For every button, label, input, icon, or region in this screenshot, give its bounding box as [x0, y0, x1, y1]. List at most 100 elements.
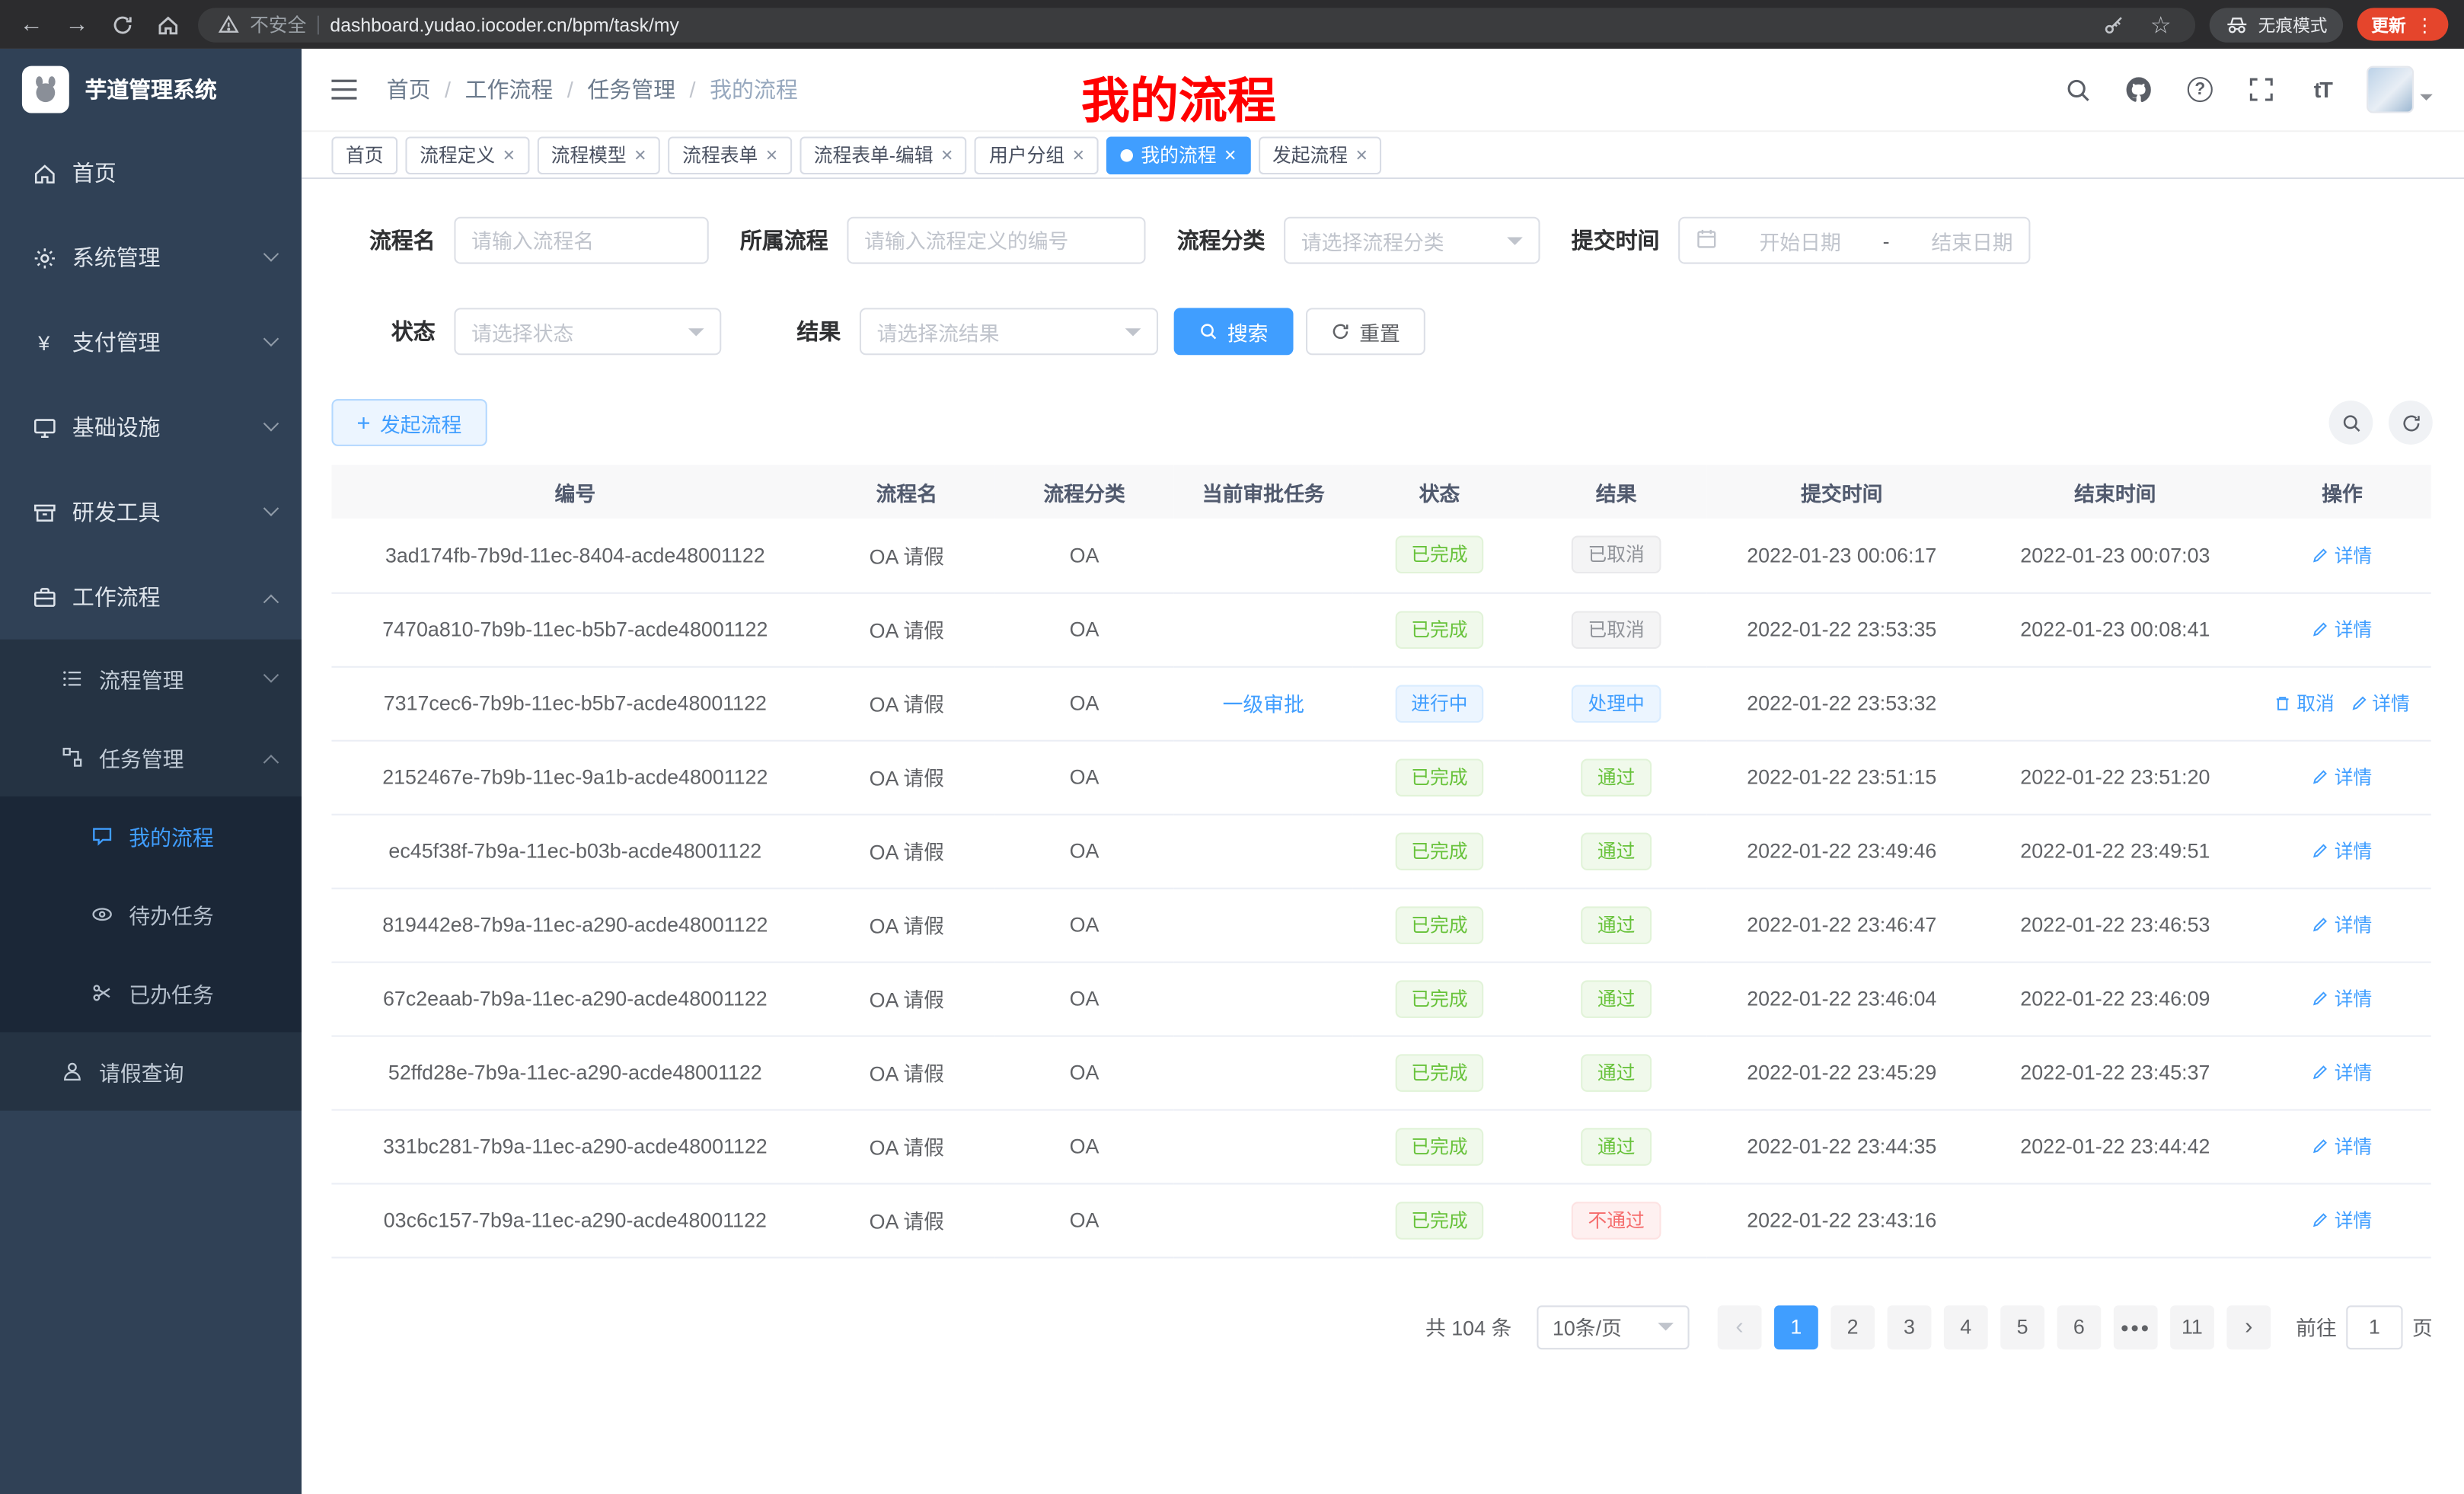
- date-start-placeholder[interactable]: 开始日期: [1759, 225, 1840, 255]
- user-menu[interactable]: [2367, 66, 2433, 113]
- sidebar-item-infrastructure[interactable]: 基础设施: [0, 385, 302, 469]
- sidebar-item-my-process[interactable]: 我的流程: [0, 796, 302, 875]
- close-icon[interactable]: ×: [634, 145, 646, 165]
- reload-icon[interactable]: [107, 8, 138, 40]
- detail-label: 详情: [2335, 1206, 2373, 1233]
- page-size-select[interactable]: 10条/页: [1537, 1304, 1689, 1349]
- page-button-6[interactable]: 6: [2057, 1304, 2101, 1349]
- tab-start-process[interactable]: 发起流程 ×: [1258, 136, 1381, 174]
- detail-link[interactable]: 详情: [2312, 985, 2372, 1012]
- breadcrumb-task[interactable]: 任务管理: [587, 74, 675, 105]
- github-icon[interactable]: [2121, 72, 2156, 107]
- status-select[interactable]: 请选择状态: [454, 308, 721, 355]
- goto-page-input[interactable]: [2346, 1304, 2402, 1349]
- address-bar[interactable]: 不安全 dashboard.yudao.iocoder.cn/bpm/task/…: [198, 7, 2195, 41]
- close-icon[interactable]: ×: [503, 145, 515, 165]
- status-badge: 已完成: [1396, 832, 1484, 870]
- process-id-input[interactable]: [864, 228, 1128, 252]
- avatar[interactable]: [2367, 66, 2414, 113]
- cell-name: OA 请假: [819, 1109, 994, 1183]
- process-name-input[interactable]: [471, 228, 691, 252]
- sidebar-item-devtools[interactable]: 研发工具: [0, 470, 302, 554]
- sidebar-item-home[interactable]: 首页: [0, 130, 302, 215]
- tab-user-group[interactable]: 用户分组 ×: [975, 136, 1098, 174]
- detail-link[interactable]: 详情: [2312, 616, 2372, 643]
- detail-link[interactable]: 详情: [2312, 764, 2372, 790]
- status-badge: 已完成: [1396, 1053, 1484, 1091]
- key-icon[interactable]: [2098, 8, 2129, 40]
- top-navbar: 首页 / 工作流程 / 任务管理 / 我的流程 ?: [302, 49, 2464, 132]
- sidebar-item-payment[interactable]: ¥ 支付管理: [0, 300, 302, 385]
- sidebar-item-workflow[interactable]: 工作流程: [0, 554, 302, 639]
- cell-id: 7470a810-7b9b-11ec-b5b7-acde48001122: [331, 592, 819, 666]
- browser-menu-icon[interactable]: ⋮: [2415, 14, 2434, 36]
- close-icon[interactable]: ×: [1355, 145, 1368, 165]
- cell-category: OA: [994, 666, 1173, 740]
- cancel-link[interactable]: 取消: [2274, 690, 2334, 717]
- sidebar-item-leave-query[interactable]: 请假查询: [0, 1032, 302, 1110]
- tab-home[interactable]: 首页: [331, 136, 397, 174]
- close-icon[interactable]: ×: [941, 145, 953, 165]
- tab-process-model[interactable]: 流程模型 ×: [537, 136, 660, 174]
- url-text[interactable]: dashboard.yudao.iocoder.cn/bpm/task/my: [330, 14, 2086, 36]
- fullscreen-icon[interactable]: [2244, 72, 2278, 107]
- detail-link[interactable]: 详情: [2350, 690, 2409, 717]
- category-select[interactable]: 请选择流程分类: [1284, 217, 1540, 264]
- detail-link[interactable]: 详情: [2312, 838, 2372, 864]
- date-range-picker[interactable]: 开始日期 - 结束日期: [1678, 217, 2030, 264]
- sidebar-item-system[interactable]: 系统管理: [0, 215, 302, 300]
- font-size-icon[interactable]: tT: [2306, 72, 2340, 107]
- help-icon[interactable]: ?: [2183, 72, 2217, 107]
- sidebar-toggle-icon[interactable]: [327, 72, 361, 107]
- result-select[interactable]: 请选择流结果: [860, 308, 1158, 355]
- search-icon[interactable]: [2060, 72, 2095, 107]
- next-page-button[interactable]: ›: [2226, 1304, 2271, 1349]
- create-process-button[interactable]: + 发起流程: [331, 399, 487, 446]
- tab-process-form[interactable]: 流程表单 ×: [669, 136, 792, 174]
- detail-link[interactable]: 详情: [2312, 1206, 2372, 1233]
- page-button-5[interactable]: 5: [2000, 1304, 2044, 1349]
- reset-button[interactable]: 重置: [1306, 308, 1425, 355]
- more-pages-button[interactable]: ●●●: [2114, 1304, 2158, 1349]
- close-icon[interactable]: ×: [766, 145, 778, 165]
- forward-icon[interactable]: →: [61, 8, 92, 40]
- close-icon[interactable]: ×: [1072, 145, 1084, 165]
- tab-process-form-edit[interactable]: 流程表单-编辑 ×: [800, 136, 967, 174]
- page-button-4[interactable]: 4: [1944, 1304, 1988, 1349]
- detail-link[interactable]: 详情: [2312, 911, 2372, 938]
- sidebar-item-todo-tasks[interactable]: 待办任务: [0, 875, 302, 953]
- page-button-3[interactable]: 3: [1888, 1304, 1932, 1349]
- task-submenu: 我的流程 待办任务 已办任务: [0, 796, 302, 1032]
- detail-link[interactable]: 详情: [2312, 541, 2372, 568]
- breadcrumb-workflow[interactable]: 工作流程: [465, 74, 554, 105]
- sidebar-item-label: 任务管理: [99, 742, 184, 773]
- prev-page-button[interactable]: ‹: [1718, 1304, 1762, 1349]
- cell-end-time: 2022-01-22 23:46:53: [1977, 888, 2253, 962]
- tab-process-definition[interactable]: 流程定义 ×: [405, 136, 528, 174]
- bookmark-star-icon[interactable]: ☆: [2145, 8, 2176, 40]
- page-button-1[interactable]: 1: [1774, 1304, 1818, 1349]
- detail-link[interactable]: 详情: [2312, 1059, 2372, 1086]
- browser-update-button[interactable]: 更新 ⋮: [2357, 8, 2449, 40]
- detail-link[interactable]: 详情: [2312, 1132, 2372, 1159]
- sidebar-item-label: 流程管理: [99, 663, 184, 694]
- back-icon[interactable]: ←: [16, 8, 47, 40]
- close-icon[interactable]: ×: [1224, 145, 1237, 165]
- task-link[interactable]: 一级审批: [1223, 693, 1304, 717]
- page-button-2[interactable]: 2: [1830, 1304, 1875, 1349]
- breadcrumb-separator: /: [567, 77, 573, 102]
- app-logo[interactable]: 芋道管理系统: [0, 49, 302, 130]
- screen: ← → 不安全 dashboard.yudao.iocoder.cn/bpm/t…: [0, 0, 2464, 1494]
- date-end-placeholder[interactable]: 结束日期: [1931, 225, 2012, 255]
- sidebar-item-task-management[interactable]: 任务管理: [0, 718, 302, 796]
- page-button-11[interactable]: 11: [2170, 1304, 2214, 1349]
- breadcrumb-home[interactable]: 首页: [387, 74, 431, 105]
- toggle-search-icon[interactable]: [2329, 401, 2373, 445]
- home-icon[interactable]: [152, 8, 184, 40]
- search-button[interactable]: 搜索: [1174, 308, 1294, 355]
- tab-my-process[interactable]: 我的流程 ×: [1106, 136, 1250, 174]
- sidebar-item-process-management[interactable]: 流程管理: [0, 640, 302, 718]
- cell-end-time: 2022-01-23 00:07:03: [1977, 519, 2253, 592]
- sidebar-item-done-tasks[interactable]: 已办任务: [0, 953, 302, 1032]
- refresh-icon[interactable]: [2389, 401, 2433, 445]
